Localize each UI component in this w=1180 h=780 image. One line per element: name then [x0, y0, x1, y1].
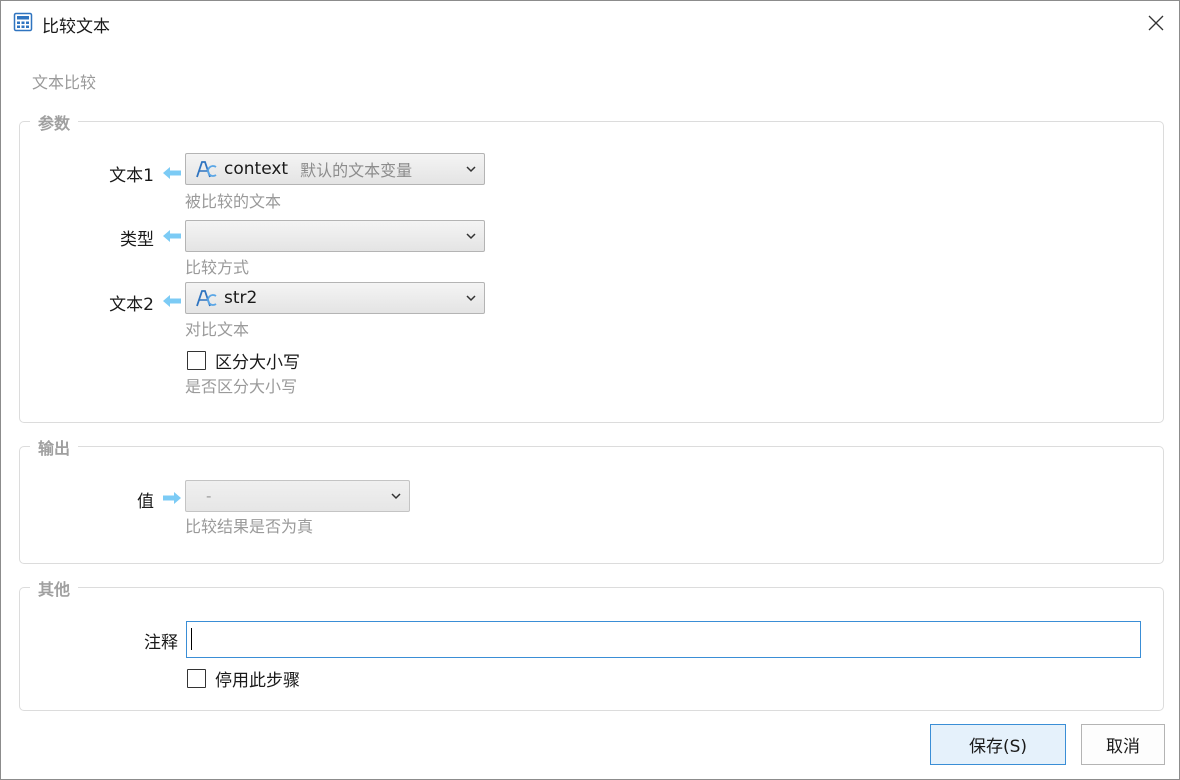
- save-button[interactable]: 保存(S): [930, 724, 1066, 765]
- text-variable-icon: [196, 161, 217, 178]
- disable-step-row: 停用此步骤: [187, 666, 300, 691]
- arrow-right-icon: [163, 492, 181, 504]
- type-select[interactable]: [185, 220, 485, 252]
- output-value-select[interactable]: -: [185, 480, 410, 512]
- case-sensitive-hint: 是否区分大小写: [185, 377, 298, 396]
- type-hint: 比较方式: [185, 258, 250, 277]
- close-button[interactable]: [1133, 1, 1179, 45]
- disable-step-label[interactable]: 停用此步骤: [215, 666, 300, 691]
- text2-label: 文本2: [109, 295, 154, 315]
- case-sensitive-label[interactable]: 区分大小写: [215, 348, 300, 373]
- text1-label: 文本1: [109, 166, 154, 186]
- text1-var-name: context: [224, 159, 289, 179]
- chevron-down-icon: [391, 493, 401, 500]
- chevron-down-icon: [466, 233, 476, 240]
- text1-var-desc: 默认的文本变量: [300, 161, 413, 180]
- text-variable-icon: [196, 290, 217, 307]
- params-group-title: 参数: [30, 110, 79, 134]
- close-icon: [1148, 15, 1164, 31]
- output-value-hint: 比较结果是否为真: [185, 517, 314, 536]
- other-group-title: 其他: [30, 576, 79, 600]
- arrow-left-icon: [163, 167, 181, 179]
- page-subtitle: 文本比较: [32, 73, 97, 92]
- arrow-left-icon: [163, 295, 181, 307]
- case-sensitive-row: 区分大小写: [187, 348, 300, 373]
- calculator-icon: [13, 12, 33, 32]
- chevron-down-icon: [466, 295, 476, 302]
- case-sensitive-checkbox[interactable]: [187, 351, 206, 370]
- text-caret: [191, 628, 192, 650]
- text2-select[interactable]: str2: [185, 282, 485, 314]
- output-group-title: 输出: [30, 435, 79, 459]
- disable-step-checkbox[interactable]: [187, 669, 206, 688]
- output-value-selected: -: [206, 487, 212, 505]
- text1-hint: 被比较的文本: [185, 192, 282, 211]
- text1-select[interactable]: context 默认的文本变量: [185, 153, 485, 185]
- type-label: 类型: [120, 230, 154, 250]
- text2-hint: 对比文本: [185, 320, 250, 339]
- output-value-label: 值: [137, 492, 154, 512]
- title-bar: 比较文本: [1, 1, 1179, 45]
- dialog-window: 比较文本 文本比较 参数 文本1 context 默认的文本变量 被比较的文本 …: [0, 0, 1180, 780]
- cancel-button[interactable]: 取消: [1081, 724, 1165, 765]
- arrow-left-icon: [163, 230, 181, 242]
- comment-input[interactable]: [186, 621, 1141, 658]
- text2-var-name: str2: [224, 288, 258, 308]
- chevron-down-icon: [466, 166, 476, 173]
- comment-label: 注释: [144, 633, 178, 653]
- window-title: 比较文本: [42, 17, 110, 37]
